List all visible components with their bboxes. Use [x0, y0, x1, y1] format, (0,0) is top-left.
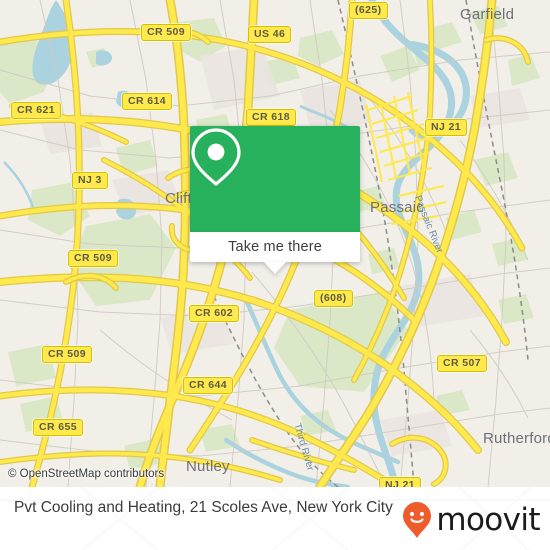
route-shield[interactable]: (625)	[349, 2, 388, 19]
take-me-there-button[interactable]: Take me there	[190, 232, 360, 274]
route-shield[interactable]: NJ 3	[72, 172, 108, 189]
caption-bar: Pvt Cooling and Heating, 21 Scoles Ave, …	[0, 487, 550, 550]
moovit-logo[interactable]: moovit	[402, 501, 541, 539]
route-shield[interactable]: CR 507	[437, 355, 488, 372]
osm-attribution[interactable]: © OpenStreetMap contributors	[8, 468, 164, 480]
route-shield[interactable]: CR 618	[246, 109, 297, 126]
route-shield[interactable]: CR 602	[189, 305, 240, 322]
popup-header	[190, 126, 360, 232]
map-pin-icon	[191, 128, 241, 186]
route-shield[interactable]: CR 509	[68, 250, 119, 267]
popup-tail-pointer	[264, 262, 286, 274]
route-shield[interactable]: (608)	[314, 290, 353, 307]
map-canvas[interactable]: Garfield Clifton Passaic Rutherford Nutl…	[0, 0, 550, 487]
route-shield[interactable]: CR 621	[11, 102, 62, 119]
route-shield[interactable]: CR 655	[33, 419, 84, 436]
route-shield[interactable]: NJ 21	[425, 119, 468, 136]
route-shield[interactable]: CR 614	[122, 93, 173, 110]
caption-title: Pvt Cooling and Heating, 21 Scoles Ave, …	[14, 499, 393, 516]
route-shield[interactable]: CR 509	[141, 24, 192, 41]
location-popup[interactable]: Take me there	[190, 126, 360, 274]
route-shield[interactable]: US 46	[248, 26, 292, 43]
route-shield[interactable]: CR 644	[183, 377, 234, 394]
moovit-wordmark: moovit	[436, 501, 540, 538]
route-shield[interactable]: CR 509	[42, 346, 93, 363]
take-me-there-label: Take me there	[228, 239, 322, 255]
screenshot-root: Garfield Clifton Passaic Rutherford Nutl…	[0, 0, 550, 550]
route-shield[interactable]: NJ 21	[379, 477, 422, 487]
moovit-pin-icon	[403, 502, 432, 538]
